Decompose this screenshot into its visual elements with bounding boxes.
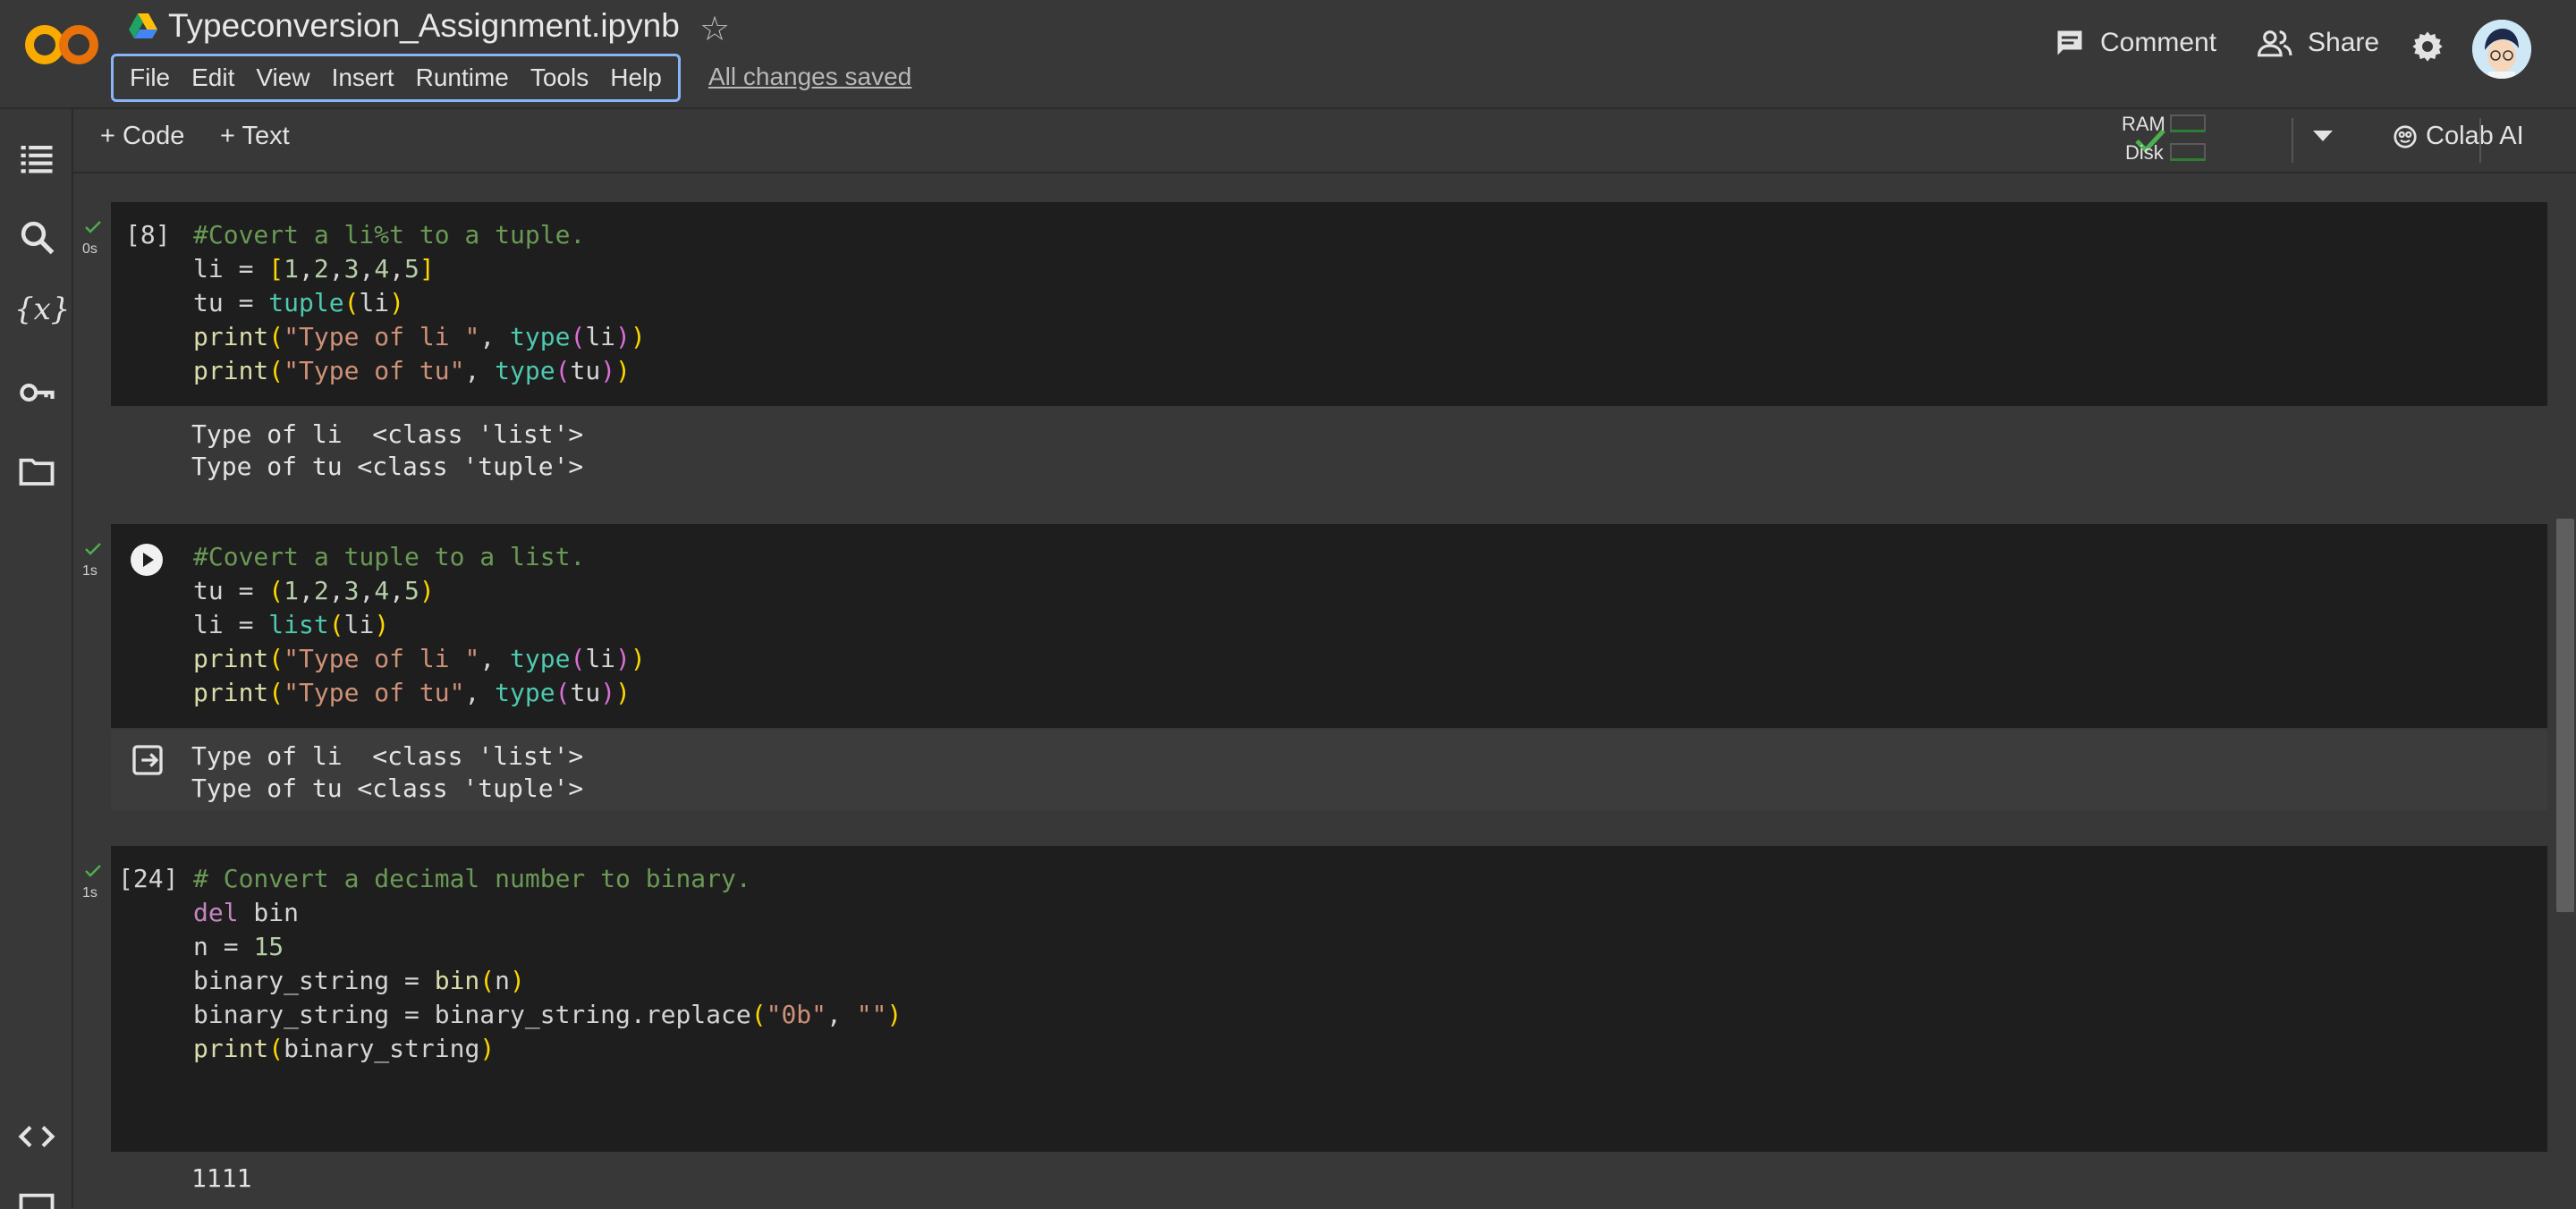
header: Typeconversion_Assignment.ipynb ☆ File E… <box>0 0 2576 109</box>
cell-3-exec-count: [24] <box>118 864 179 893</box>
code-line: binary_string = binary_string.replace("0… <box>193 1000 902 1029</box>
disk-label: Disk <box>2125 141 2164 164</box>
menu-view[interactable]: View <box>245 56 320 99</box>
code-line: tu = (1,2,3,4,5) <box>193 576 435 605</box>
cell-1-success-check-icon <box>85 221 101 233</box>
left-sidebar: {𝑥} <box>0 109 73 1209</box>
code-line: li = list(li) <box>193 610 390 639</box>
code-line: print("Type of tu", type(tu)) <box>193 356 631 385</box>
table-of-contents-icon[interactable] <box>18 140 55 177</box>
terminal-icon[interactable] <box>18 1191 55 1209</box>
toolbar-divider <box>2292 118 2293 163</box>
cell-2-success-check-icon <box>85 543 101 555</box>
menu-insert[interactable]: Insert <box>321 56 405 99</box>
output-line: Type of tu <class 'tuple'> <box>191 452 584 481</box>
code-line: print("Type of li ", type(li)) <box>193 322 646 351</box>
colab-ai-button[interactable]: Colab AI <box>2392 122 2524 151</box>
code-line: n = 15 <box>193 932 284 961</box>
output-line: 1111 <box>191 1163 252 1193</box>
run-cell-button[interactable] <box>129 542 165 578</box>
code-line: #Covert a li%t to a tuple. <box>193 220 586 249</box>
comment-icon <box>2057 30 2082 55</box>
notebook-toolbar: + Code + Text RAM Disk Colab AI <box>73 109 2576 173</box>
add-text-cell-button[interactable]: + Text <box>220 122 290 151</box>
cell-2-exec-time: 1s <box>82 563 97 579</box>
code-line: # Convert a decimal number to binary. <box>193 864 751 893</box>
code-line: del bin <box>193 898 300 927</box>
output-actions-icon[interactable] <box>129 742 166 778</box>
colab-ai-label: Colab AI <box>2426 122 2524 150</box>
vertical-scrollbar[interactable] <box>2556 519 2574 912</box>
cell-3-code[interactable]: # Convert a decimal number to binary. de… <box>193 862 902 1066</box>
google-drive-icon[interactable] <box>129 13 157 39</box>
code-line: li = [1,2,3,4,5] <box>193 254 435 283</box>
code-line: binary_string = bin(n) <box>193 966 525 995</box>
secrets-key-icon[interactable] <box>18 374 55 411</box>
user-avatar[interactable] <box>2472 20 2531 79</box>
cell-2-code[interactable]: #Covert a tuple to a list. tu = (1,2,3,4… <box>193 540 646 710</box>
output-line: Type of tu <class 'tuple'> <box>191 774 584 803</box>
menu-tools[interactable]: Tools <box>520 56 599 99</box>
menu-edit[interactable]: Edit <box>181 56 245 99</box>
save-status-link[interactable]: All changes saved <box>708 63 911 91</box>
cell-1-exec-time: 0s <box>82 241 97 257</box>
toolbar-divider-2 <box>2479 118 2481 163</box>
variables-icon[interactable]: {𝑥} <box>14 292 70 329</box>
menu-help[interactable]: Help <box>599 56 673 99</box>
menu-file[interactable]: File <box>119 56 181 99</box>
code-line: #Covert a tuple to a list. <box>193 542 586 571</box>
cell-1-output: Type of li <class 'list'> Type of tu <cl… <box>191 418 583 483</box>
output-line: Type of li <class 'list'> <box>191 741 584 771</box>
ram-usage-bar <box>2170 114 2206 132</box>
search-icon[interactable] <box>18 218 55 256</box>
comment-label: Comment <box>2100 28 2217 57</box>
avatar-illustration <box>2472 20 2531 79</box>
colab-logo[interactable] <box>23 18 102 72</box>
runtime-dropdown-icon[interactable] <box>2313 131 2333 141</box>
people-icon <box>2258 30 2292 57</box>
cell-2-output: Type of li <class 'list'> Type of tu <cl… <box>191 740 583 805</box>
colab-ai-icon <box>2394 124 2417 148</box>
code-line: print("Type of tu", type(tu)) <box>193 678 631 707</box>
cell-1-code[interactable]: #Covert a li%t to a tuple. li = [1,2,3,4… <box>193 218 646 388</box>
ram-label: RAM <box>2122 113 2165 135</box>
settings-gear-icon[interactable] <box>2410 29 2445 64</box>
code-line: print("Type of li ", type(li)) <box>193 644 646 673</box>
code-snippets-icon[interactable] <box>18 1118 55 1155</box>
disk-usage-bar <box>2170 143 2206 161</box>
add-code-cell-button[interactable]: + Code <box>100 122 184 151</box>
code-line: print(binary_string) <box>193 1034 496 1063</box>
comment-button[interactable]: Comment <box>2054 27 2216 59</box>
code-line: tu = tuple(li) <box>193 288 405 317</box>
notebook-title[interactable]: Typeconversion_Assignment.ipynb <box>168 7 680 45</box>
share-button[interactable]: Share <box>2258 27 2379 59</box>
cell-3-output: 1111 <box>191 1162 251 1195</box>
cell-1-exec-count: [8] <box>125 220 171 249</box>
share-label: Share <box>2308 28 2380 57</box>
star-icon[interactable]: ☆ <box>699 9 730 49</box>
cell-3-exec-time: 1s <box>82 885 97 900</box>
output-line: Type of li <class 'list'> <box>191 419 584 449</box>
menu-bar: File Edit View Insert Runtime Tools Help <box>111 54 681 102</box>
menu-runtime[interactable]: Runtime <box>405 56 520 99</box>
files-folder-icon[interactable] <box>18 452 55 490</box>
cell-3-success-check-icon <box>85 865 101 877</box>
